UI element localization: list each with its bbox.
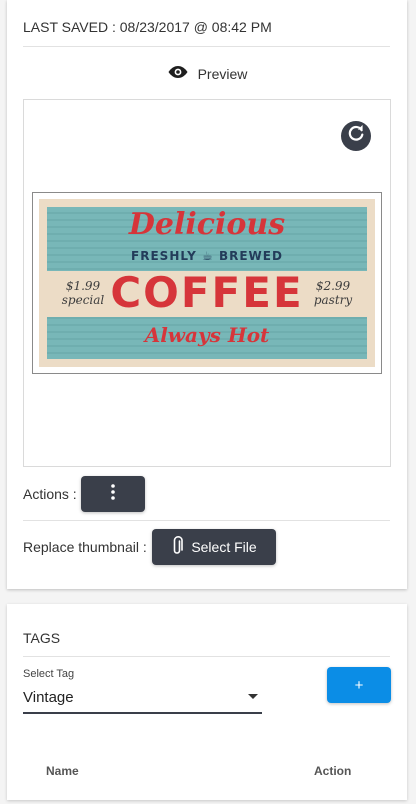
divider xyxy=(23,46,390,47)
last-saved-text: LAST SAVED : 08/23/2017 @ 08:42 PM xyxy=(23,19,272,35)
thumbnail-image: Delicious FRESHLY ☕ BREWED COFFEE $1.99 … xyxy=(32,192,382,374)
divider xyxy=(23,520,390,521)
sign-right-offer: $2.99 pastry xyxy=(313,279,353,307)
tag-select-value: Vintage xyxy=(23,689,74,706)
preview-label: Preview xyxy=(197,66,248,82)
actions-label: Actions : xyxy=(23,486,77,502)
caret-down-icon xyxy=(248,694,258,699)
asset-card: LAST SAVED : 08/23/2017 @ 08:42 PM Previ… xyxy=(7,0,407,589)
select-tag-label: Select Tag xyxy=(23,668,75,680)
column-header-name: Name xyxy=(46,764,79,778)
paperclip-icon xyxy=(171,535,184,559)
coffee-sign: Delicious FRESHLY ☕ BREWED COFFEE $1.99 … xyxy=(39,199,375,367)
preview-frame: Delicious FRESHLY ☕ BREWED COFFEE $1.99 … xyxy=(23,99,391,467)
tags-heading: TAGS xyxy=(23,630,61,646)
sign-tagline: Always Hot xyxy=(144,323,270,347)
actions-menu-button[interactable] xyxy=(81,476,145,512)
column-header-action: Action xyxy=(314,764,352,778)
add-tag-button[interactable]: + xyxy=(327,667,391,703)
divider xyxy=(23,656,390,657)
tags-card: TAGS Select Tag Vintage + Name Action xyxy=(7,604,407,800)
replace-thumbnail-label: Replace thumbnail : xyxy=(23,539,147,555)
tag-select[interactable]: Vintage xyxy=(23,686,262,714)
select-file-label: Select File xyxy=(191,539,257,555)
preview-header: Preview xyxy=(7,64,407,84)
sign-subline: FRESHLY ☕ BREWED xyxy=(131,249,283,263)
select-file-button[interactable]: Select File xyxy=(152,529,276,565)
refresh-icon xyxy=(347,124,365,148)
refresh-button[interactable] xyxy=(341,121,371,151)
more-vertical-icon xyxy=(111,483,115,505)
sign-left-offer: $1.99 special xyxy=(61,279,105,307)
sign-headline: Delicious xyxy=(128,207,286,242)
eye-icon xyxy=(167,65,189,84)
